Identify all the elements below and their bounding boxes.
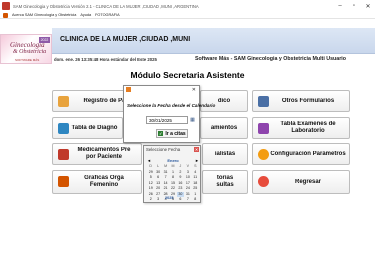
back-icon — [258, 176, 269, 187]
clinic-name: CLINICA DE LA MUJER ,CIUDAD ,MUNI — [60, 36, 191, 43]
logo-line-2: & Obstetricia — [13, 49, 47, 55]
tabla-diagnosticos-button[interactable]: Tabla de Diagnó — [52, 117, 123, 139]
lab-icon — [258, 123, 269, 134]
app-logo: Ginecología & Obstetricia SOFTWARE MÁS 2… — [0, 34, 52, 64]
tabla-examenes-button[interactable]: Tabla Exámenes de Laboratorio — [252, 117, 350, 139]
current-datetime: dom. ene. 26 13:35:48 Hora estándar del … — [54, 56, 157, 62]
minimize-icon[interactable]: – — [333, 0, 347, 12]
consultas-button[interactable]: torias sultas — [202, 170, 248, 194]
tratamientos-label: amientos — [210, 124, 238, 131]
select-date-dialog: ✕ Seleccione la Fecha desde el Calendari… — [123, 85, 215, 143]
menu-app-icon — [3, 12, 8, 18]
forms-icon — [258, 96, 269, 107]
header-banner: CLINICA DE LA MUJER ,CIUDAD ,MUNI — [52, 28, 375, 54]
menu-item-acerca[interactable]: Acerca SAM Ginecologia y Obstetricia — [12, 13, 76, 17]
calendar-day[interactable]: 3 — [154, 197, 161, 203]
dialog-prompt: Seleccione la Fecha desde el Calendario — [127, 103, 216, 108]
picker-month[interactable]: Enero — [167, 158, 178, 163]
next-month-icon[interactable]: ► — [195, 158, 199, 163]
header-subbar: dom. ene. 26 13:35:48 Hora estándar del … — [52, 54, 375, 64]
picker-title: Seleccione Fecha — [146, 147, 181, 152]
medico-button[interactable]: dico — [200, 90, 248, 112]
medicamentos-button[interactable]: Medicamentos Pre por Paciente — [52, 143, 142, 165]
calendar-day[interactable]: 8 — [192, 197, 199, 203]
window-controls: – ▫ ✕ — [333, 0, 375, 12]
app-icon — [2, 2, 10, 10]
graficas-line-1: Graficas Orga — [84, 175, 124, 181]
calendar-day[interactable]: 7 — [184, 197, 191, 203]
logo-badge: 2022 — [39, 37, 50, 43]
regresar-button[interactable]: Regresar — [252, 170, 350, 194]
tabla-examenes-line-1: Tabla Exámenes de — [280, 121, 336, 127]
calendar-icon[interactable]: ▦ — [189, 116, 196, 124]
menu-item-ayuda[interactable]: Ayuda — [80, 13, 91, 17]
title-bar: SAM Ginecologia y Obstetricia Versión 2.… — [0, 0, 375, 12]
calendar-day[interactable]: 2 — [147, 197, 154, 203]
medicamentos-line-2: por Paciente — [85, 154, 122, 160]
medication-icon — [58, 149, 69, 160]
prev-month-icon[interactable]: ◄ — [147, 158, 151, 163]
consultas-label: torias sultas — [203, 175, 247, 189]
picker-nav: ◄ Enero ► — [147, 157, 199, 163]
table-icon — [58, 123, 69, 134]
dialog-app-icon — [126, 87, 131, 92]
especialistas-button[interactable]: ialistas — [202, 143, 248, 165]
consultas-line-1: torias — [216, 175, 234, 181]
tratamientos-button[interactable]: amientos — [200, 117, 248, 139]
date-input[interactable]: 30/01/2025 — [146, 116, 188, 124]
close-icon[interactable]: ✕ — [361, 0, 375, 12]
medicamentos-line-1: Medicamentos Pre — [77, 147, 131, 153]
close-icon[interactable]: ✕ — [194, 147, 199, 152]
window-title: SAM Ginecologia y Obstetricia Versión 2.… — [13, 3, 199, 9]
menu-item-fotografia[interactable]: FOTOGRAFIA — [95, 13, 120, 17]
date-picker-popup: Seleccione Fecha ✕ ◄ Enero ► D L M M J V S 29 30… — [143, 145, 201, 203]
graficas-button[interactable]: Graficas Orga Femenino — [52, 170, 142, 194]
consultas-line-2: sultas — [216, 182, 234, 188]
app-window: SAM Ginecologia y Obstetricia Versión 2.… — [0, 0, 375, 279]
ir-a-citas-label: Ir a citas — [165, 130, 186, 137]
page-title: Módulo Secretaria Asistente — [130, 70, 245, 80]
picker-year[interactable]: 2025 — [165, 196, 173, 200]
maximize-icon[interactable]: ▫ — [347, 0, 361, 12]
software-name: Software Más - SAM Ginecologia y Obstetr… — [195, 56, 346, 62]
ir-a-citas-button[interactable]: ✓ Ir a citas — [156, 129, 188, 138]
checkmark-icon: ✓ — [158, 131, 164, 136]
tabla-examenes-line-2: Laboratorio — [291, 128, 325, 134]
dialog-title-bar: ✕ — [124, 86, 199, 93]
calendar-day[interactable]: 6 — [177, 197, 184, 203]
especialistas-label: ialistas — [214, 150, 236, 157]
gear-icon — [258, 149, 269, 160]
female-chart-icon — [58, 176, 69, 187]
menu-bar: Acerca SAM Ginecologia y Obstetricia Ayu… — [0, 12, 375, 19]
otros-formularios-button[interactable]: Otros Formularios — [252, 90, 350, 112]
close-icon[interactable]: ✕ — [192, 87, 196, 93]
patients-icon — [58, 96, 69, 107]
configuracion-parametros-button[interactable]: Configuración Parámetros — [252, 143, 350, 165]
graficas-line-2: Femenino — [89, 182, 119, 188]
logo-line-3: SOFTWARE MÁS — [15, 58, 40, 62]
